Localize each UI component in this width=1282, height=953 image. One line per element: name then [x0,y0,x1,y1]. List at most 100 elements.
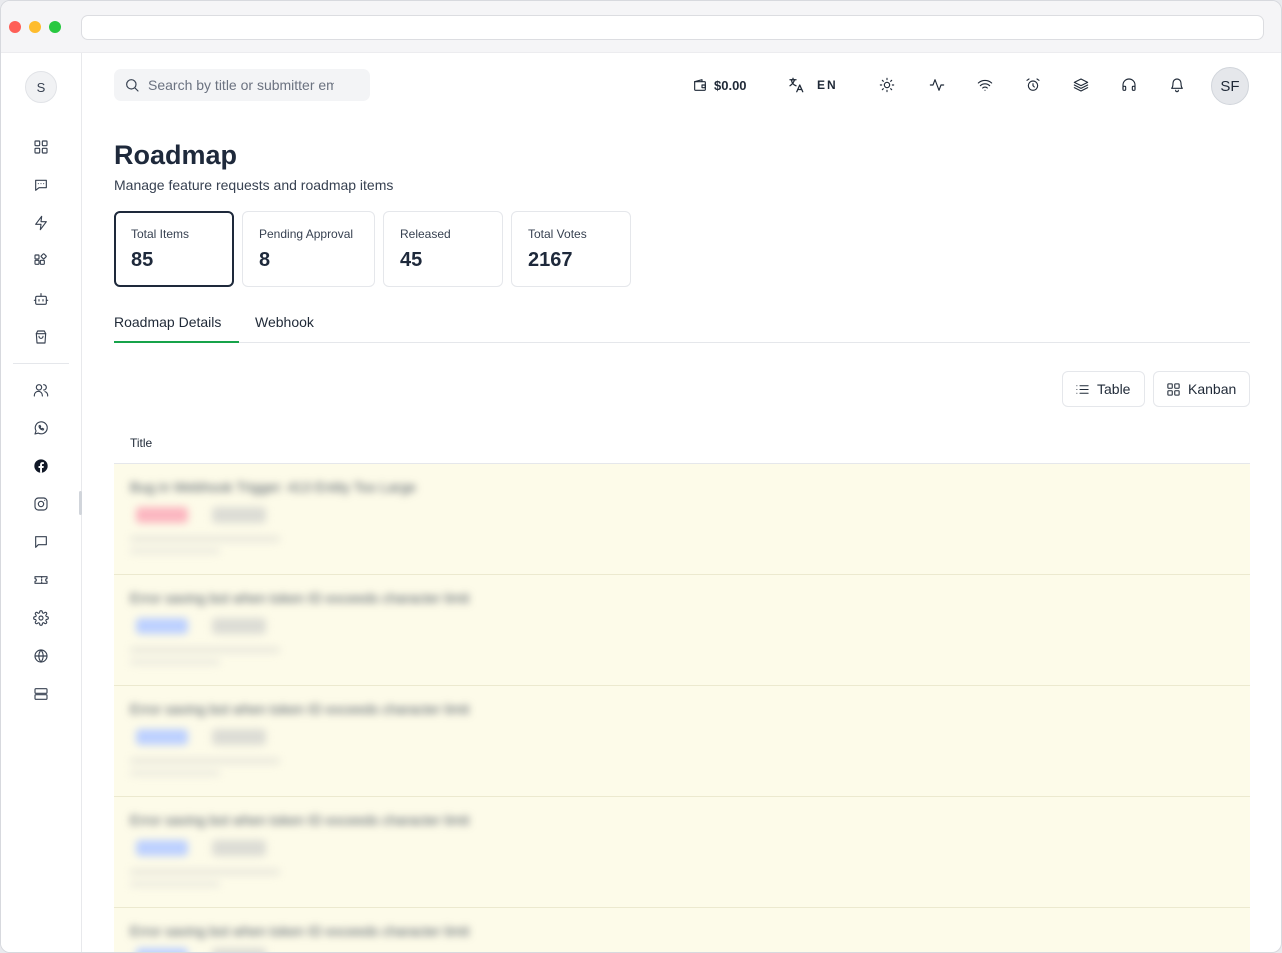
table-row[interactable]: Error saving bot when token ID exceeds c… [114,908,1250,952]
bell-icon [1171,78,1183,93]
table-view-label: Table [1097,381,1131,397]
category-badge [212,948,266,952]
stat-value: 2167 [528,249,573,271]
shopping-bag-icon[interactable] [31,327,51,347]
row-title: Error saving bot when token ID exceeds c… [130,590,470,606]
sidebar: S [1,53,82,952]
search-icon [126,79,139,92]
layers-button[interactable] [1073,73,1089,97]
search-input[interactable] [148,77,334,93]
address-bar[interactable] [81,15,1264,40]
ticket-icon[interactable] [31,570,51,590]
translate-icon [789,77,804,93]
row-meta [130,647,280,653]
row-title: Error saving bot when token ID exceeds c… [130,701,470,717]
stat-label: Total Votes [528,227,587,241]
stat-label: Pending Approval [259,227,354,241]
message-icon[interactable] [31,532,51,552]
grid-icon [1167,382,1180,396]
kanban-view-label: Kanban [1188,381,1237,397]
row-meta [130,881,220,887]
layers-icon [1073,78,1089,92]
minimize-window-button[interactable] [29,21,41,33]
tab-webhook[interactable]: Webhook [255,314,314,330]
status-badge [136,729,188,745]
page-title: Roadmap [114,140,238,170]
server-icon[interactable] [31,684,51,704]
category-badge [212,618,266,634]
bot-icon[interactable] [31,289,51,309]
category-badge [212,507,266,523]
kanban-view-button[interactable]: Kanban [1153,371,1250,407]
table-view-button[interactable]: Table [1062,371,1145,407]
wallet-icon [694,79,706,91]
category-badge [212,729,266,745]
apps-icon[interactable] [31,251,51,271]
table-row[interactable]: Error saving bot when token ID exceeds c… [114,575,1250,686]
wifi-icon [977,79,993,91]
row-meta [130,770,220,776]
facebook-icon[interactable] [31,456,51,476]
workspace-avatar[interactable]: S [25,71,57,103]
chat-icon[interactable] [31,175,51,195]
sidebar-scrollbar[interactable] [79,491,82,515]
active-tab-indicator [114,341,239,343]
tabs-divider [114,342,1250,343]
search-box[interactable] [114,69,370,101]
row-title: Error saving bot when token ID exceeds c… [130,923,470,939]
row-title: Error saving bot when token ID exceeds c… [130,812,470,828]
maximize-window-button[interactable] [49,21,61,33]
settings-icon[interactable] [31,608,51,628]
connection-button[interactable] [977,73,993,97]
stat-label: Released [400,227,451,241]
table-row[interactable]: Error saving bot when token ID exceeds c… [114,797,1250,908]
globe-icon[interactable] [31,646,51,666]
status-badge [136,507,188,523]
close-window-button[interactable] [9,21,21,33]
row-title: Bug in Webhook Trigger: 413 Entity Too L… [130,479,416,495]
support-button[interactable] [1121,73,1137,97]
row-meta [130,536,280,542]
table-row[interactable]: Bug in Webhook Trigger: 413 Entity Too L… [114,464,1250,575]
users-icon[interactable] [31,380,51,400]
activity-icon [929,79,945,91]
wallet-balance[interactable]: $0.00 [692,73,747,97]
sun-icon [879,77,895,93]
language-selector[interactable]: EN [787,73,838,97]
wallet-amount: $0.00 [714,77,747,93]
category-badge [212,840,266,856]
stat-value: 85 [131,249,154,271]
page-subtitle: Manage feature requests and roadmap item… [114,177,394,193]
column-header-title[interactable]: Title [130,436,152,450]
row-meta [130,659,220,665]
row-meta [130,548,220,554]
alarm-clock-icon [1026,78,1040,91]
status-badge [136,840,188,856]
list-icon [1076,384,1089,394]
stat-card-pending-approval[interactable]: Pending Approval 8 [242,211,375,287]
dashboard-icon[interactable] [31,137,51,157]
table-row[interactable]: Error saving bot when token ID exceeds c… [114,686,1250,797]
tab-roadmap-details[interactable]: Roadmap Details [114,314,221,330]
instagram-icon[interactable] [31,494,51,514]
zap-icon[interactable] [31,213,51,233]
language-label: EN [817,78,838,92]
whatsapp-icon[interactable] [31,418,51,438]
stat-label: Total Items [131,227,190,241]
stat-card-total-votes[interactable]: Total Votes 2167 [511,211,631,287]
row-meta [130,758,280,764]
activity-button[interactable] [929,73,945,97]
status-badge [136,618,188,634]
alarm-button[interactable] [1025,73,1041,97]
theme-toggle[interactable] [879,73,895,97]
stat-card-total-items[interactable]: Total Items 85 [114,211,234,287]
user-avatar[interactable]: SF [1211,67,1249,105]
headphones-icon [1122,78,1136,91]
stat-value: 8 [259,249,271,271]
sidebar-divider [13,363,69,364]
row-meta [130,869,280,875]
notifications-button[interactable] [1169,73,1185,97]
stat-card-released[interactable]: Released 45 [383,211,503,287]
browser-chrome [1,1,1281,53]
stat-value: 45 [400,249,423,271]
